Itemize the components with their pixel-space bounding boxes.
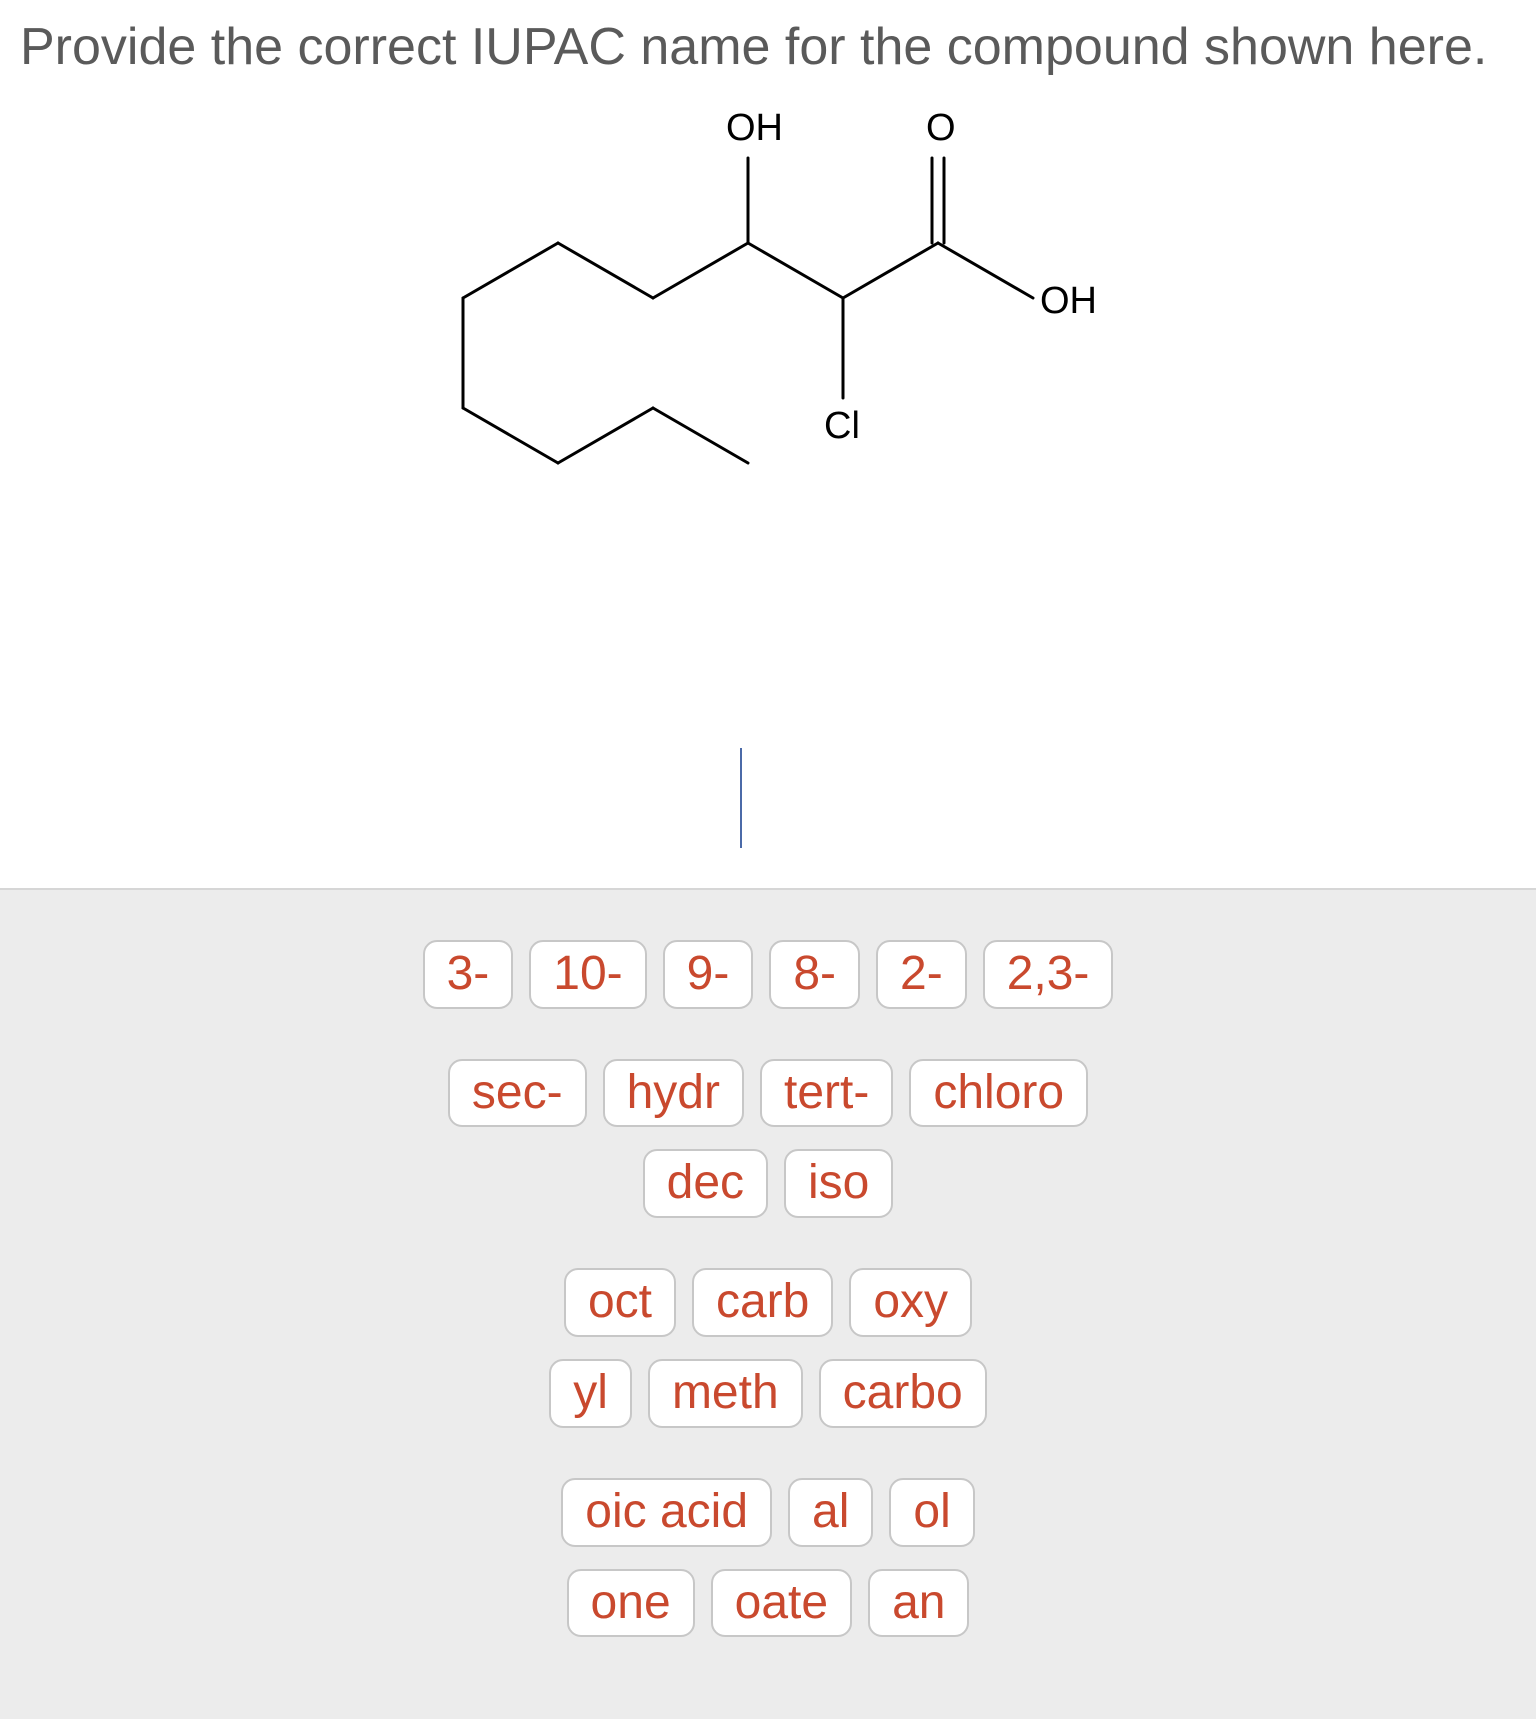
fragment-tile[interactable]: oic acid [561, 1478, 772, 1547]
fragment-tile[interactable]: oct [564, 1268, 676, 1337]
text-cursor [740, 748, 742, 848]
fragment-tile[interactable]: one [567, 1569, 695, 1638]
answer-drop-zone[interactable] [0, 718, 1536, 890]
tile-row: oneoatean [0, 1569, 1536, 1638]
fragment-tile[interactable]: 9- [663, 940, 754, 1009]
fragment-tile[interactable]: yl [549, 1359, 632, 1428]
fragment-tile[interactable]: 2- [876, 940, 967, 1009]
tile-row: oic acidalol [0, 1478, 1536, 1547]
fragment-tile[interactable]: meth [648, 1359, 803, 1428]
group-separator [0, 1240, 1536, 1268]
molecule-diagram: OH O OH Cl [0, 78, 1536, 718]
fragment-tile[interactable]: 2,3- [983, 940, 1114, 1009]
tile-row: 3-10-9-8-2-2,3- [0, 940, 1536, 1009]
fragment-tile[interactable]: oate [711, 1569, 852, 1638]
fragment-tile[interactable]: iso [784, 1149, 893, 1218]
fragment-tile[interactable]: 10- [529, 940, 646, 1009]
fragment-tile[interactable]: dec [643, 1149, 768, 1218]
fragment-tile[interactable]: hydr [603, 1059, 744, 1128]
fragment-tile[interactable]: an [868, 1569, 969, 1638]
fragment-tile[interactable]: sec- [448, 1059, 587, 1128]
fragment-tile[interactable]: ol [889, 1478, 974, 1547]
tile-row: ylmethcarbo [0, 1359, 1536, 1428]
tile-row: sec-hydrtert-chloro [0, 1059, 1536, 1128]
label-oh-top: OH [726, 107, 783, 149]
fragment-tile[interactable]: tert- [760, 1059, 893, 1128]
fragment-tile[interactable]: oxy [849, 1268, 972, 1337]
fragment-tile[interactable]: 3- [423, 940, 514, 1009]
tile-row: deciso [0, 1149, 1536, 1218]
fragment-tile[interactable]: chloro [909, 1059, 1088, 1128]
question-prompt: Provide the correct IUPAC name for the c… [0, 0, 1536, 78]
fragment-tile[interactable]: carbo [819, 1359, 987, 1428]
group-separator [0, 1450, 1536, 1478]
group-separator [0, 1031, 1536, 1059]
fragment-tile[interactable]: al [788, 1478, 873, 1547]
fragment-tile[interactable]: carb [692, 1268, 833, 1337]
label-o: O [926, 107, 956, 149]
tile-bank: 3-10-9-8-2-2,3- sec-hydrtert-chloro deciso… [0, 890, 1536, 1719]
tile-row: octcarboxy [0, 1268, 1536, 1337]
fragment-tile[interactable]: 8- [769, 940, 860, 1009]
label-cl: Cl [824, 405, 860, 447]
label-oh-right: OH [1040, 280, 1097, 322]
